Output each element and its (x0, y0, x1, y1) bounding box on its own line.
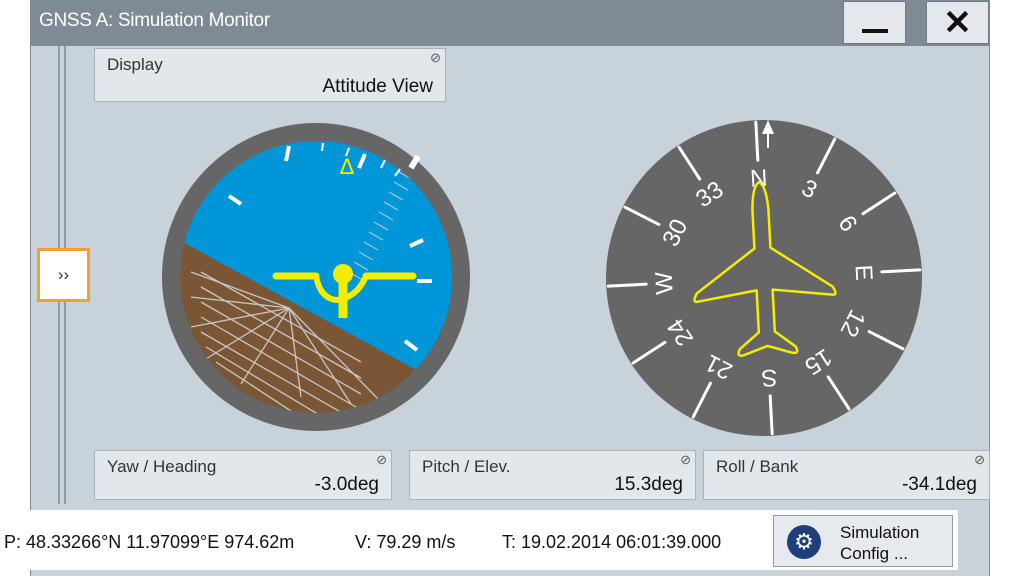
link-icon: ⊘ (376, 452, 387, 467)
compass-label-s: S (761, 363, 778, 391)
link-icon: ⊘ (430, 50, 441, 65)
link-icon: ⊘ (974, 452, 985, 467)
roll-value: -34.1deg (901, 474, 977, 495)
pitch-elevation-readout[interactable]: Pitch / Elev. ⊘ 15.3deg (409, 450, 696, 500)
display-selector[interactable]: Display ⊘ Attitude View (94, 48, 446, 102)
roll-bank-readout[interactable]: Roll / Bank ⊘ -34.1deg (703, 450, 990, 500)
compass-tick (768, 394, 774, 436)
time-readout: T: 19.02.2014 06:01:39.000 (502, 532, 722, 552)
minimize-button[interactable] (843, 1, 906, 44)
simulation-monitor-window: GNSS A: Simulation Monitor ✕ ›› Display … (30, 0, 990, 576)
link-icon: ⊘ (680, 452, 691, 467)
window-title: GNSS A: Simulation Monitor (39, 10, 270, 31)
pitch-label: Pitch / Elev. (422, 457, 511, 476)
simulation-config-line1: Simulation (840, 523, 920, 542)
compass-label-n: N (749, 165, 768, 193)
compass-rose: N 36E1215S2124W3033 (606, 120, 922, 436)
compass-label-e: E (849, 264, 877, 281)
status-bar: P: 48.33266°N 11.97099°E 974.62m V: 79.2… (0, 510, 958, 570)
display-label: Display (107, 55, 163, 74)
attitude-indicator: Δ (162, 123, 470, 431)
yaw-label: Yaw / Heading (107, 457, 217, 476)
minimize-icon (861, 28, 888, 33)
close-icon: ✕ (943, 3, 972, 42)
position-readout: P: 48.33266°N 11.97099°E 974.62m (4, 532, 295, 552)
aircraft-center-dot (333, 264, 353, 284)
pitch-value: 15.3deg (614, 474, 683, 495)
simulation-config-button[interactable]: ⚙ Simulation Config ... (773, 515, 953, 567)
yaw-heading-readout[interactable]: Yaw / Heading ⊘ -3.0deg (94, 450, 392, 500)
roll-label: Roll / Bank (716, 457, 799, 476)
pitch-marker: Δ (340, 154, 355, 179)
simulation-config-label: Simulation Config ... (840, 522, 919, 564)
compass-tick (880, 268, 922, 274)
display-value: Attitude View (322, 76, 433, 97)
side-panel-toggle-button[interactable]: ›› (37, 248, 90, 302)
compass-tick (754, 120, 760, 162)
close-button[interactable]: ✕ (926, 1, 989, 44)
title-bar: GNSS A: Simulation Monitor ✕ (31, 0, 989, 46)
velocity-readout: V: 79.29 m/s (355, 532, 456, 552)
compass-label-w: W (651, 271, 679, 295)
yaw-value: -3.0deg (314, 474, 379, 495)
compass-tick (606, 282, 648, 288)
simulation-config-line2: Config ... (840, 544, 909, 563)
gear-icon: ⚙ (787, 525, 821, 559)
